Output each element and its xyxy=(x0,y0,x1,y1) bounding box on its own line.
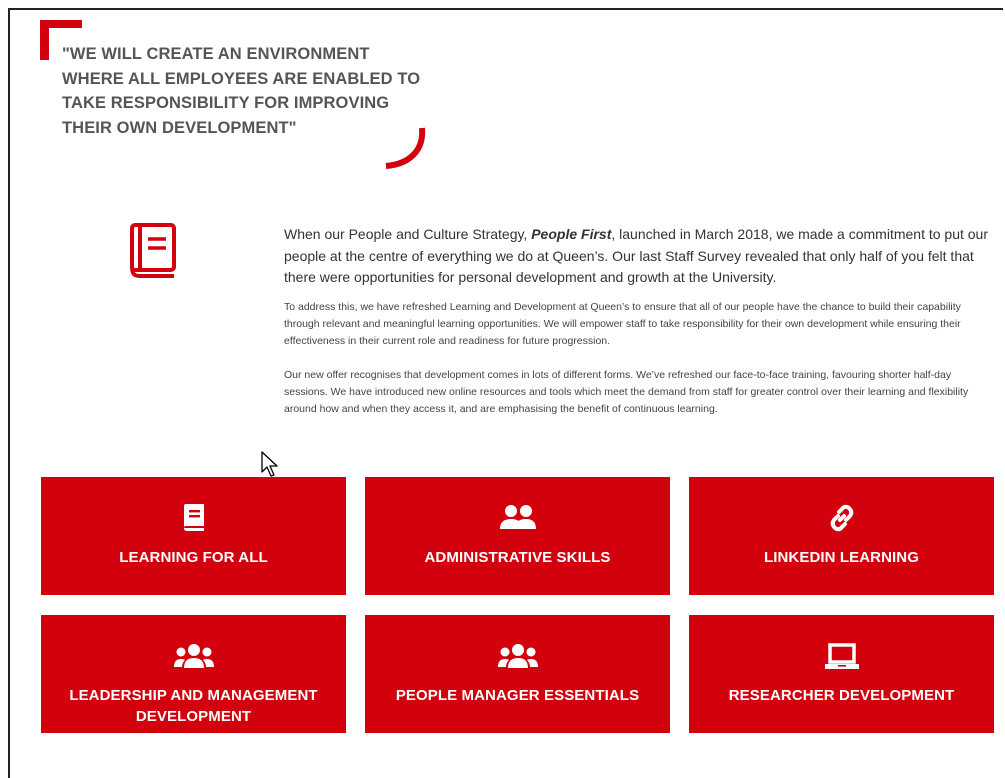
mouse-cursor-icon xyxy=(261,451,278,477)
tile-people-manager-essentials[interactable]: PEOPLE MANAGER ESSENTIALS xyxy=(365,615,670,733)
laptop-icon xyxy=(824,643,859,669)
tile-label: ADMINISTRATIVE SKILLS xyxy=(424,549,611,566)
intro-text-before: When our People and Culture Strategy, xyxy=(284,226,532,242)
tile-learning-for-all[interactable]: LEARNING FOR ALL xyxy=(41,477,346,595)
tile-leadership-and-management-development[interactable]: LEADERSHIP AND MANAGEMENT DEVELOPMENT xyxy=(41,615,346,733)
tile-label: LEARNING FOR ALL xyxy=(119,549,268,566)
tile-linkedin-learning[interactable]: LINKEDIN LEARNING xyxy=(689,477,994,595)
users-icon xyxy=(499,505,536,529)
pull-quote: "WE WILL CREATE AN ENVIRONMENT WHERE ALL… xyxy=(62,45,421,137)
tile-label: PEOPLE MANAGER ESSENTIALS xyxy=(395,687,640,704)
book-icon xyxy=(183,504,204,531)
quote-bracket-close xyxy=(385,127,426,169)
body-paragraph-2: Our new offer recognises that developmen… xyxy=(284,369,969,415)
tile-label: LEADERSHIP AND MANAGEMENT DEVELOPMENT xyxy=(69,687,318,725)
strategy-name: People First xyxy=(531,226,612,242)
tile-administrative-skills[interactable]: ADMINISTRATIVE SKILLS xyxy=(365,477,670,595)
tile-label: LINKEDIN LEARNING xyxy=(763,549,920,566)
book-icon xyxy=(130,223,176,278)
tile-researcher-development[interactable]: RESEARCHER DEVELOPMENT xyxy=(689,615,994,733)
link-icon xyxy=(830,504,853,532)
body-paragraph-1: To address this, we have refreshed Learn… xyxy=(284,301,961,347)
group-icon xyxy=(173,644,214,668)
intro-paragraph: When our People and Culture Strategy, Pe… xyxy=(284,224,996,289)
group-icon xyxy=(497,644,538,668)
tile-label: RESEARCHER DEVELOPMENT xyxy=(728,687,955,704)
